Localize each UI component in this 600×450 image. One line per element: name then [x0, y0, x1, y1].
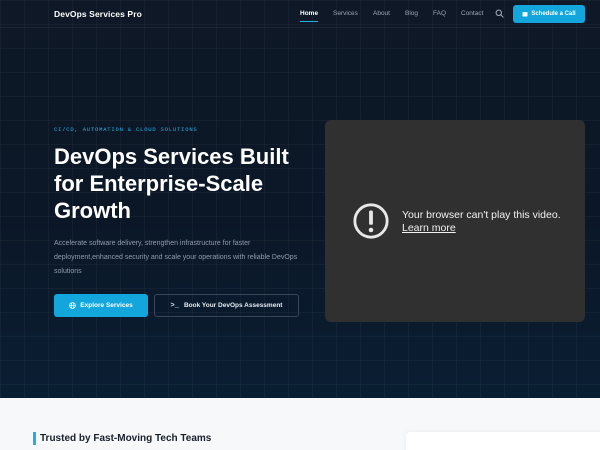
trusted-heading: Trusted by Fast-Moving Tech Teams — [40, 433, 212, 444]
section-accent-bar — [33, 432, 36, 445]
video-learn-more-link[interactable]: Learn more — [402, 222, 456, 234]
explore-services-label: Explore Services — [80, 302, 133, 309]
hero-description: Accelerate software delivery, strengthen… — [54, 240, 298, 275]
logo-card — [406, 432, 600, 450]
nav-link-services[interactable]: Services — [333, 10, 358, 17]
book-assessment-button[interactable]: >_ Book Your DevOps Assessment — [154, 294, 299, 317]
book-assessment-label: Book Your DevOps Assessment — [183, 302, 283, 309]
top-nav: DevOps Services Pro Home Services About … — [0, 0, 600, 28]
hero-headline: DevOps Services Built for Enterprise-Sca… — [54, 144, 289, 223]
alert-circle-icon — [353, 203, 389, 239]
video-error-message: Your browser can't play this video. — [402, 209, 561, 221]
trusted-section: Trusted by Fast-Moving Tech Teams — [0, 398, 600, 450]
video-player[interactable]: Your browser can't play this video. Lear… — [325, 120, 585, 322]
schedule-call-button[interactable]: Schedule a Call — [513, 5, 585, 23]
globe-icon — [69, 302, 77, 309]
nav-link-contact[interactable]: Contact — [461, 10, 483, 17]
calendar-icon — [522, 12, 528, 17]
brand-logo-text[interactable]: DevOps Services Pro — [54, 9, 142, 19]
nav-link-faq[interactable]: FAQ — [433, 10, 446, 17]
terminal-icon: >_ — [170, 301, 179, 310]
nav-link-home[interactable]: Home — [300, 10, 319, 22]
hero-kicker: CI/CD, AUTOMATION & CLOUD SOLUTIONS — [54, 126, 198, 133]
search-icon[interactable] — [495, 9, 504, 18]
hero-section: DevOps Services Pro Home Services About … — [0, 0, 600, 398]
explore-services-button[interactable]: Explore Services — [54, 294, 148, 317]
schedule-call-label: Schedule a Call — [531, 11, 576, 17]
nav-link-blog[interactable]: Blog — [405, 10, 418, 17]
nav-link-about[interactable]: About — [373, 10, 390, 17]
